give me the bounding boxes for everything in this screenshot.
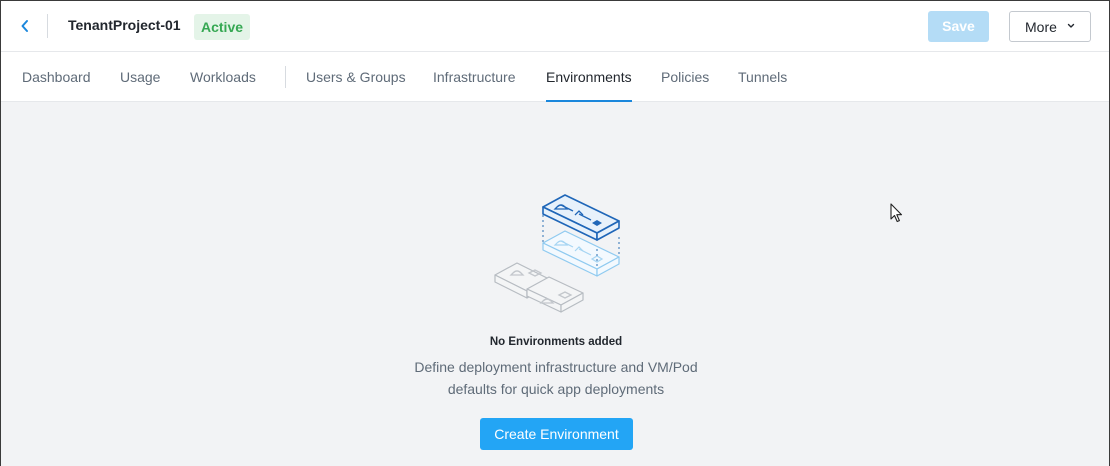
stacked-environments-illustration: [494, 194, 620, 313]
tab-usage[interactable]: Usage: [120, 52, 160, 102]
status-badge: Active: [194, 14, 251, 40]
create-environment-button[interactable]: Create Environment: [480, 418, 633, 450]
page-title: TenantProject-01: [68, 17, 181, 33]
tab-dashboard[interactable]: Dashboard: [22, 52, 91, 102]
header-divider: [47, 14, 48, 38]
tab-tunnels[interactable]: Tunnels: [738, 52, 787, 102]
tab-environments[interactable]: Environments: [546, 52, 632, 102]
tab-workloads[interactable]: Workloads: [190, 52, 256, 102]
page-header: TenantProject-01 Active Save More: [1, 1, 1109, 52]
tab-divider: [285, 66, 286, 88]
back-button[interactable]: [15, 16, 35, 36]
tab-bar: Dashboard Usage Workloads Users & Groups…: [1, 52, 1109, 102]
app-window: TenantProject-01 Active Save More Dashbo…: [0, 0, 1110, 466]
save-button[interactable]: Save: [928, 11, 989, 42]
tab-policies[interactable]: Policies: [661, 52, 709, 102]
empty-state-description-line1: Define deployment infrastructure and VM/…: [414, 359, 698, 375]
more-button[interactable]: More: [1009, 11, 1091, 42]
empty-state-title: No Environments added: [489, 336, 623, 348]
tab-infrastructure[interactable]: Infrastructure: [433, 52, 515, 102]
chevron-left-icon: [21, 20, 28, 32]
tab-users-groups[interactable]: Users & Groups: [306, 52, 406, 102]
empty-state-description-line2: defaults for quick app deployments: [447, 381, 665, 397]
chevron-down-icon: [1067, 23, 1075, 28]
empty-state-description: Define deployment infrastructure and VM/…: [1, 356, 1110, 400]
more-button-label: More: [1025, 18, 1057, 35]
mouse-pointer-icon: [890, 203, 903, 223]
